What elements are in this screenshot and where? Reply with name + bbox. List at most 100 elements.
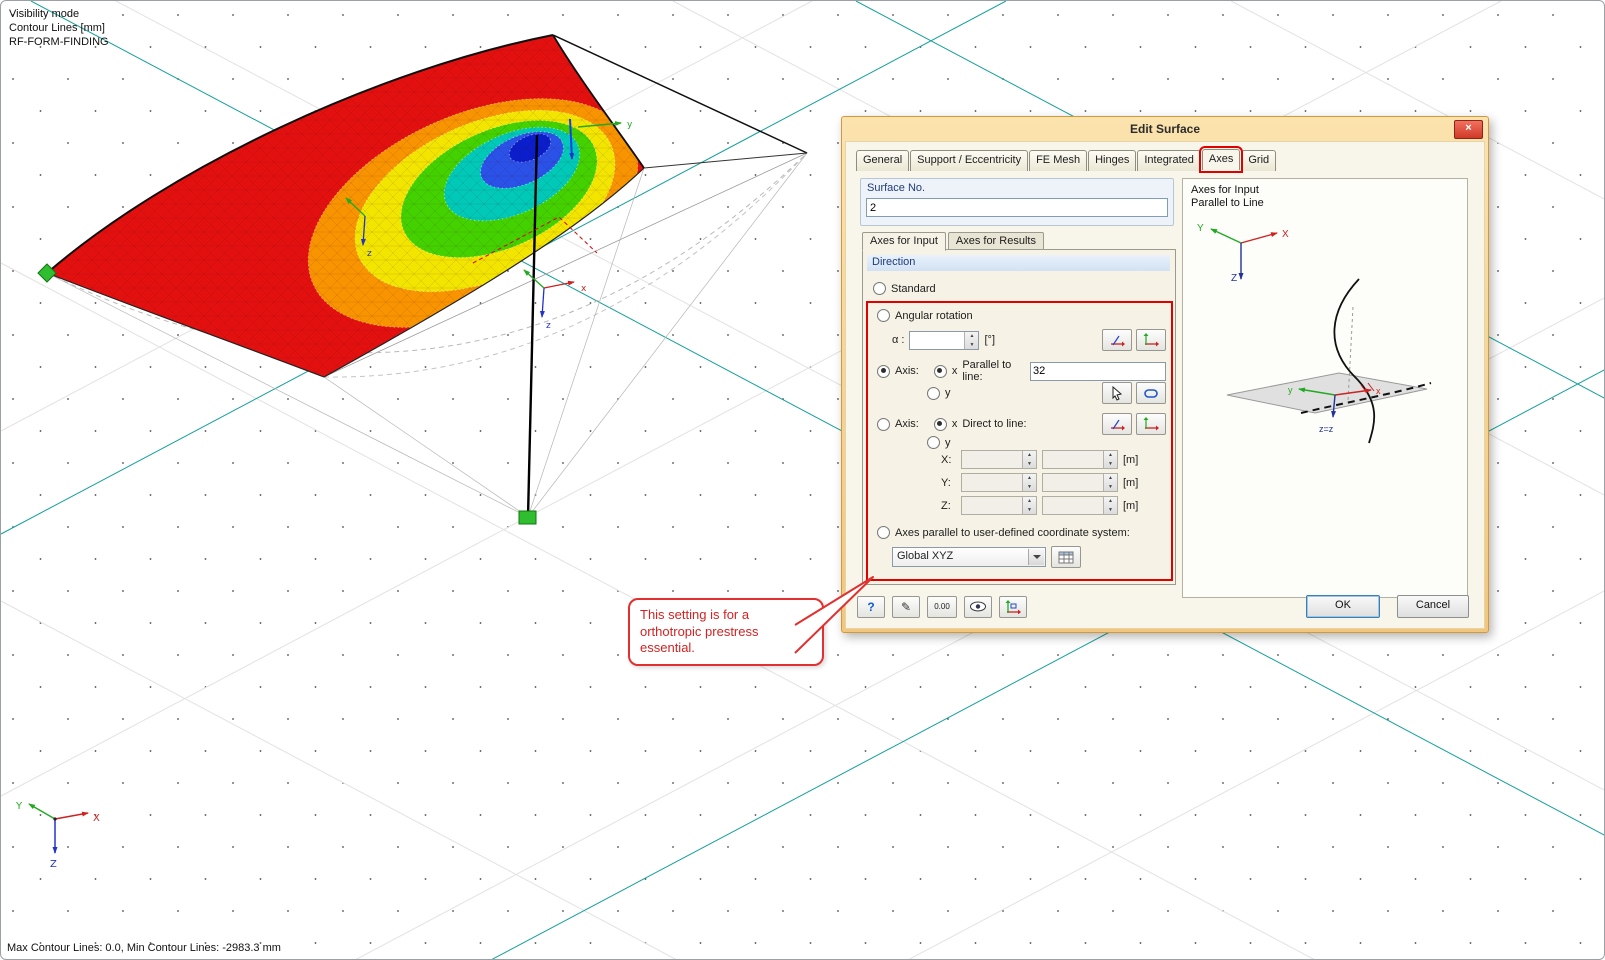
coord-z-field-1[interactable]: ▲ ▼	[961, 496, 1037, 515]
tab-general[interactable]: General	[856, 150, 910, 171]
tab-hinges[interactable]: Hinges	[1088, 150, 1137, 171]
new-line-button[interactable]	[1136, 382, 1166, 404]
spin-down-icon: ▼	[1027, 484, 1032, 490]
units-button[interactable]	[999, 595, 1027, 618]
coord-y-input-1[interactable]	[962, 474, 1025, 491]
axis1-label: Axis:	[895, 365, 919, 377]
coord-z-label: Z:	[941, 499, 951, 512]
axis2-x-label: x	[951, 418, 958, 430]
preview-plane-y-label: y	[1288, 385, 1293, 395]
user-defined-cs-label: Axes parallel to user-defined coordinate…	[895, 526, 1130, 539]
help-button[interactable]: ?	[857, 595, 885, 618]
coord-spinner[interactable]: ▲ ▼	[1022, 451, 1036, 468]
dialog-titlebar[interactable]: Edit Surface ×	[845, 117, 1485, 141]
tab-axes[interactable]: Axes	[1198, 146, 1244, 173]
coord-x-field-1[interactable]: ▲ ▼	[961, 450, 1037, 469]
parallel-line-field[interactable]	[1030, 361, 1169, 381]
triad-y-label: Y	[15, 801, 23, 812]
edit-icon: ✎	[900, 599, 912, 614]
eye-icon	[970, 601, 986, 612]
coord-x-input-1[interactable]	[962, 451, 1025, 468]
table-icon	[1058, 551, 1074, 563]
subtab-axes-for-results[interactable]: Axes for Results	[947, 232, 1044, 250]
coord-z-input-1[interactable]	[962, 497, 1025, 514]
close-icon: ×	[1465, 122, 1472, 134]
spin-up-icon: ▲	[1108, 452, 1113, 458]
user-defined-cs-radio[interactable]	[877, 526, 890, 539]
tab-integrated[interactable]: Integrated	[1137, 150, 1201, 171]
alpha-label: α :	[892, 334, 905, 346]
decimal-places-label: 0.00	[934, 602, 950, 611]
pick-rotation-from-line-button[interactable]	[1102, 329, 1132, 351]
triad-z-label: Z	[50, 859, 57, 870]
close-button[interactable]: ×	[1454, 120, 1483, 139]
coord-y-field-2[interactable]: ▲ ▼	[1042, 473, 1118, 492]
display-button[interactable]	[964, 595, 992, 618]
pick-direct-point2-button[interactable]	[1136, 413, 1166, 435]
preview-x-label: X	[1282, 229, 1289, 240]
cancel-button[interactable]: Cancel	[1397, 595, 1469, 618]
coord-spinner[interactable]: ▲ ▼	[1103, 497, 1117, 514]
triad-x-label: X	[93, 813, 100, 824]
pick-direct-point1-button[interactable]	[1102, 413, 1132, 435]
surface-no-label: Surface No.	[867, 182, 926, 194]
legend-line-1: Visibility mode	[9, 8, 80, 20]
spin-down-icon: ▼	[1027, 461, 1032, 467]
standard-radio[interactable]	[873, 282, 886, 295]
coord-z-input-2[interactable]	[1043, 497, 1106, 514]
view-legend: Visibility mode Contour Lines [mm] RF-FO…	[9, 7, 109, 49]
comment-button[interactable]: ✎	[892, 595, 920, 618]
tab-fe-mesh[interactable]: FE Mesh	[1029, 150, 1088, 171]
degree-unit-label: [°]	[984, 334, 995, 346]
spin-up-icon: ▲	[1108, 475, 1113, 481]
spin-up-icon: ▲	[1027, 498, 1032, 504]
spin-down-icon: ▼	[1027, 507, 1032, 513]
spin-down-icon: ▼	[1108, 507, 1113, 513]
axis2-y-radio[interactable]	[927, 436, 940, 449]
axis2-x-radio[interactable]	[933, 417, 947, 431]
coordinate-system-dropdown[interactable]: Global XYZ	[892, 547, 1046, 567]
coord-spinner[interactable]: ▲ ▼	[1103, 474, 1117, 491]
annotation-callout-text: This setting is for a orthotropic prestr…	[640, 607, 759, 656]
surface-no-input[interactable]	[866, 198, 1168, 217]
coord-z-field-2[interactable]: ▲ ▼	[1042, 496, 1118, 515]
coord-spinner[interactable]: ▲ ▼	[1103, 451, 1117, 468]
preview-plane-x-label: x	[1376, 386, 1381, 396]
coord-x-field-2[interactable]: ▲ ▼	[1042, 450, 1118, 469]
alpha-input[interactable]	[910, 331, 968, 349]
coord-y-input-2[interactable]	[1043, 474, 1106, 491]
tab-grid[interactable]: Grid	[1241, 150, 1277, 171]
axis1-x-radio[interactable]	[933, 364, 947, 378]
coord-spinner[interactable]: ▲ ▼	[1022, 474, 1036, 491]
decimal-places-button[interactable]: 0.00	[927, 595, 957, 618]
parallel-to-line-label: Parallel to line:	[962, 359, 1012, 383]
axis-x-label: x	[581, 284, 587, 294]
edit-coordinate-system-button[interactable]	[1051, 546, 1081, 568]
pick-line-in-graphics-button[interactable]	[1102, 382, 1132, 404]
support-base	[518, 510, 537, 525]
pick-axes-alt-icon	[1143, 333, 1159, 347]
ok-button[interactable]: OK	[1306, 595, 1380, 618]
alpha-field[interactable]: ▲ ▼	[909, 330, 980, 350]
parallel-line-input[interactable]	[1031, 362, 1169, 380]
axis1-y-radio[interactable]	[927, 386, 940, 400]
axis-direct-radio[interactable]	[877, 417, 890, 431]
subtab-axes-for-input[interactable]: Axes for Input	[862, 232, 946, 251]
alpha-spinner[interactable]: ▲ ▼	[964, 331, 979, 349]
pick-rotation-from-points-button[interactable]	[1136, 329, 1166, 351]
coordinate-system-value: Global XYZ	[897, 550, 954, 562]
preview-title-line1: Axes for Input	[1191, 184, 1259, 196]
coord-x-input-2[interactable]	[1043, 451, 1106, 468]
pick-axes-alt-icon	[1143, 417, 1159, 431]
edit-surface-dialog: Edit Surface × General Support / Eccentr…	[841, 116, 1489, 633]
axis-z-label: z	[367, 249, 372, 259]
axis2-y-label: y	[945, 436, 951, 449]
spin-down-icon: ▼	[1108, 461, 1113, 467]
axis-parallel-radio[interactable]	[877, 364, 890, 378]
coord-y-field-1[interactable]: ▲ ▼	[961, 473, 1037, 492]
tab-support-eccentricity[interactable]: Support / Eccentricity	[910, 150, 1029, 171]
line-shape-icon	[1144, 388, 1158, 398]
angular-rotation-radio[interactable]	[877, 309, 890, 322]
pick-axes-icon	[1111, 419, 1125, 431]
coord-spinner[interactable]: ▲ ▼	[1022, 497, 1036, 514]
